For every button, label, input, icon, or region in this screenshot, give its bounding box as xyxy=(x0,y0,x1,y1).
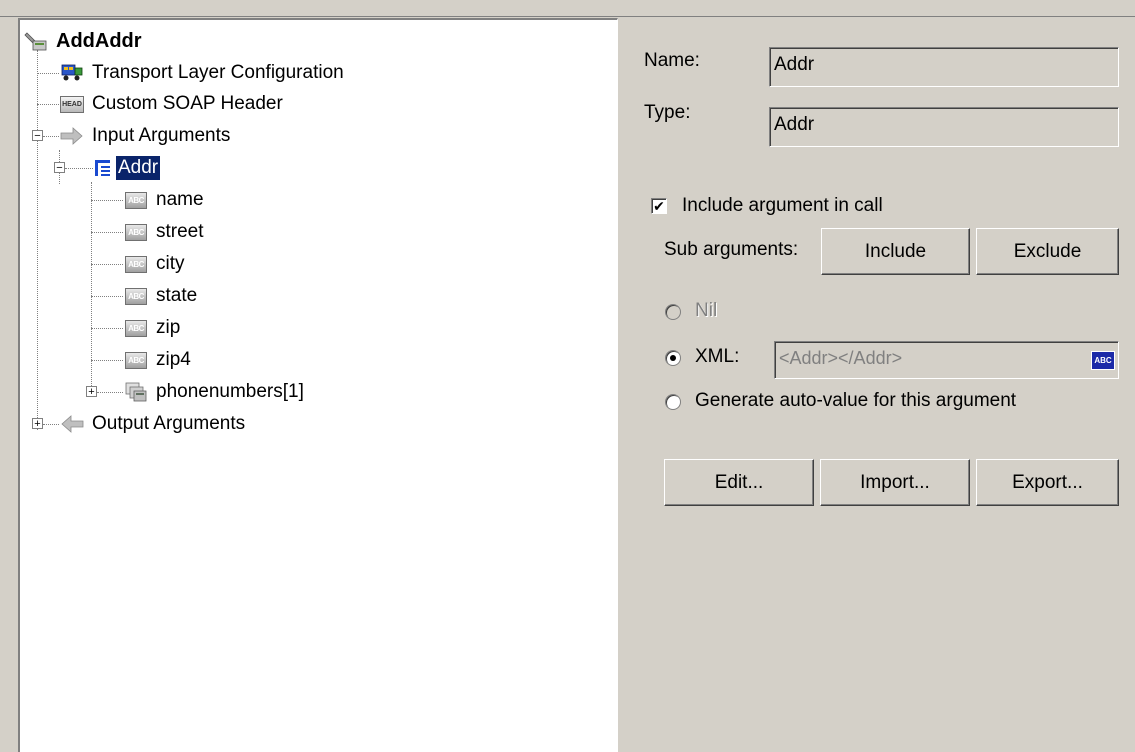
tree-line xyxy=(43,424,59,425)
abc-editor-button[interactable]: ABC xyxy=(1091,351,1115,370)
nil-radio[interactable] xyxy=(665,304,681,320)
include-argument-checkbox[interactable]: ✔ xyxy=(651,198,667,214)
operation-icon xyxy=(24,30,48,52)
expand-phonenumbers[interactable]: + xyxy=(86,386,97,398)
collapse-input-arguments[interactable]: − xyxy=(32,130,43,142)
import-button[interactable]: Import... xyxy=(820,459,970,506)
top-frame-border xyxy=(0,0,1135,17)
tree-line xyxy=(91,182,92,394)
tree-line xyxy=(91,264,123,265)
argument-details-panel: Name: Addr Type: Addr ✔ Include argument… xyxy=(622,18,1135,752)
tree-item-name[interactable]: ABC name xyxy=(124,187,206,213)
argument-tree[interactable]: AddAddr Transport Layer Configuration HE… xyxy=(18,18,618,752)
tree-item-transport[interactable]: Transport Layer Configuration xyxy=(60,60,346,86)
output-arrow-icon xyxy=(60,413,84,435)
tree-line xyxy=(43,136,59,137)
abc-icon: ABC xyxy=(124,253,148,275)
nil-label: Nil xyxy=(695,300,718,321)
struct-icon xyxy=(94,157,112,179)
name-field[interactable]: Addr xyxy=(769,47,1119,87)
type-label: Type: xyxy=(644,102,691,123)
tree-item-phonenumbers[interactable]: phonenumbers[1] xyxy=(124,379,306,405)
tree-item-street[interactable]: ABC street xyxy=(124,219,206,245)
tree-item-soap-header[interactable]: HEAD Custom SOAP Header xyxy=(60,91,285,117)
tree-line xyxy=(97,392,123,393)
tree-line xyxy=(37,104,59,105)
tree-root-addaddr[interactable]: AddAddr xyxy=(24,28,144,54)
collapse-addr[interactable]: − xyxy=(54,162,65,174)
abc-icon: ABC xyxy=(124,221,148,243)
tree-item-zip[interactable]: ABC zip xyxy=(124,315,182,341)
include-button[interactable]: Include xyxy=(821,228,970,275)
tree-line xyxy=(91,328,123,329)
abc-icon: ABC xyxy=(124,349,148,371)
soap-header-icon: HEAD xyxy=(60,93,84,115)
auto-value-radio[interactable] xyxy=(665,394,681,410)
array-icon xyxy=(124,381,148,403)
abc-icon: ABC xyxy=(124,285,148,307)
tree-line xyxy=(91,296,123,297)
abc-icon: ABC xyxy=(124,317,148,339)
tree-item-city[interactable]: ABC city xyxy=(124,251,187,277)
xml-radio[interactable] xyxy=(665,350,681,366)
expand-output-arguments[interactable]: + xyxy=(32,418,43,430)
tree-line xyxy=(91,200,123,201)
tree-item-state[interactable]: ABC state xyxy=(124,283,199,309)
tree-line xyxy=(37,50,38,430)
exclude-button[interactable]: Exclude xyxy=(976,228,1119,275)
tree-item-input-arguments[interactable]: Input Arguments xyxy=(60,123,232,149)
include-argument-label: Include argument in call xyxy=(682,195,883,216)
tree-item-zip4[interactable]: ABC zip4 xyxy=(124,347,193,373)
sub-arguments-label: Sub arguments: xyxy=(664,239,799,260)
tree-line xyxy=(91,360,123,361)
name-label: Name: xyxy=(644,50,700,71)
type-field[interactable]: Addr xyxy=(769,107,1119,147)
tree-item-output-arguments[interactable]: Output Arguments xyxy=(60,411,247,437)
tree-line xyxy=(37,73,59,74)
tree-line xyxy=(91,232,123,233)
auto-value-label: Generate auto-value for this argument xyxy=(695,390,1017,411)
transport-icon xyxy=(60,62,84,84)
xml-value-field[interactable]: <Addr></Addr> xyxy=(774,341,1119,379)
edit-button[interactable]: Edit... xyxy=(664,459,814,506)
export-button[interactable]: Export... xyxy=(976,459,1119,506)
input-arrow-icon xyxy=(60,125,84,147)
tree-line xyxy=(65,168,93,169)
xml-label: XML: xyxy=(695,346,740,367)
abc-icon: ABC xyxy=(124,189,148,211)
tree-item-addr[interactable]: Addr xyxy=(94,155,161,181)
